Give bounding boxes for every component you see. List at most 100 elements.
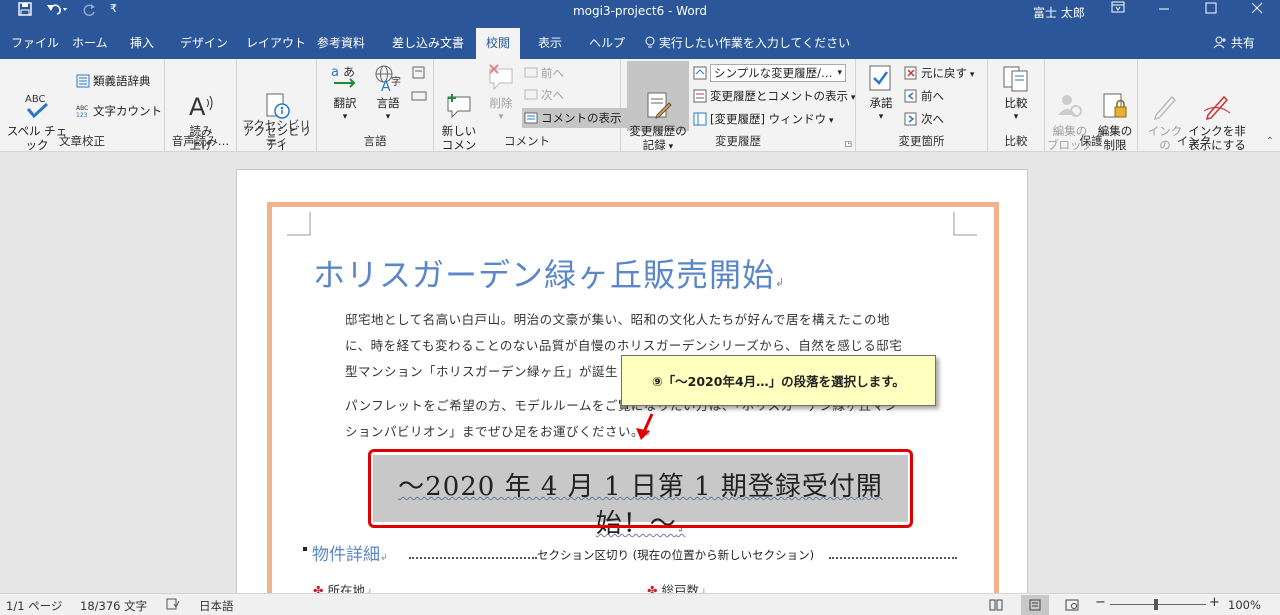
print-layout-icon[interactable] (1021, 595, 1049, 615)
status-bar: 1/1 ページ 18/376 文字 日本語 − + 100% (0, 593, 1280, 615)
reject-button[interactable]: 元に戻す ▾ (904, 63, 974, 83)
group-label-ink: インク (1176, 134, 1212, 148)
section-break-line-right (829, 557, 957, 559)
language-status[interactable]: 日本語 (199, 598, 234, 614)
tab-view[interactable]: 表示 (538, 34, 562, 51)
paragraph-mark: ↲ (775, 276, 786, 289)
compare-button[interactable]: 比較 ▾ (998, 63, 1034, 124)
block-authors-icon (1055, 77, 1085, 117)
accept-icon (866, 63, 896, 93)
word-count-button[interactable]: ABC 123 文字カウント (76, 101, 162, 121)
ribbon-display-options-icon[interactable] (1103, 1, 1133, 17)
bullet-icon: ✤ (647, 583, 658, 593)
group-label-comments: コメント (504, 134, 550, 148)
tab-references[interactable]: 参考資料 (317, 34, 365, 51)
tab-design[interactable]: デザイン (180, 34, 228, 51)
share-button[interactable]: 共有 (1213, 34, 1255, 51)
collapse-ribbon-icon[interactable]: ⌃ (1266, 136, 1274, 147)
language-icon: A字 (373, 63, 403, 95)
svg-text:字: 字 (391, 75, 401, 88)
prev-change-icon (904, 89, 918, 103)
maximize-icon[interactable] (1196, 1, 1226, 19)
tab-help[interactable]: ヘルプ (589, 34, 625, 51)
group-proofing: ABC スペル チェック と文章校正 類義語辞典 ABC123文字カウント 文章… (0, 59, 165, 166)
prev-comment-button[interactable]: 前へ (524, 63, 564, 83)
svg-text:A: A (189, 93, 206, 121)
accept-button[interactable]: 承諾 ▾ (864, 63, 898, 124)
proofing-status-icon[interactable] (166, 598, 180, 613)
section-heading[interactable]: 物件詳細↲ (312, 540, 388, 565)
selection-outline (368, 449, 913, 528)
title-bar: ₹ mogi3-project6 - Word 富士 太郎 (0, 0, 1280, 24)
list-item-location[interactable]: ✤ 所在地↲ (313, 580, 373, 593)
svg-text:ABC: ABC (76, 105, 88, 112)
read-aloud-icon: A (186, 77, 216, 121)
group-speech: A 読み 上げ 音声読み… (165, 59, 237, 152)
tab-review[interactable]: 校閲 (476, 28, 521, 59)
chevron-down-icon: ▾ (342, 112, 348, 122)
next-change-icon (904, 112, 918, 126)
show-comments-button[interactable]: コメントの表示 (522, 108, 628, 128)
accessibility-check-button[interactable]: アクセシビリティ チェック (241, 63, 313, 166)
user-name[interactable]: 富士 太郎 (1033, 4, 1085, 21)
group-label-protect: 保護 (1079, 134, 1103, 148)
pen-icon (1150, 77, 1180, 121)
markup-display-select[interactable]: シンプルな変更履歴/… ▾ (710, 64, 846, 82)
markup-display-icon (693, 66, 707, 80)
zoom-slider-thumb[interactable] (1154, 599, 1158, 610)
group-language: aあ 翻訳 ▾ A字 言語 ▾ 言語 (317, 59, 434, 152)
document-title[interactable]: ホリスガーデン緑ヶ丘販売開始↲ (313, 250, 785, 296)
paragraph-mark: ↲ (380, 553, 388, 563)
show-markup-button[interactable]: 変更履歴とコメントの表示 ▾ (693, 86, 855, 106)
word-count[interactable]: 18/376 文字 (80, 598, 147, 614)
group-label-language: 言語 (363, 134, 387, 148)
chevron-down-icon: ▾ (385, 112, 391, 122)
next-change-button[interactable]: 次へ (904, 109, 944, 129)
list-item-units[interactable]: ✤ 総戸数↲ (647, 580, 707, 593)
svg-text:ABC: ABC (25, 94, 46, 105)
reviewing-pane-button[interactable]: [変更履歴] ウィンドウ ▾ (693, 109, 834, 129)
tab-layout[interactable]: レイアウト (246, 34, 306, 51)
chevron-down-icon: ▾ (967, 70, 975, 80)
group-label-compare: 比較 (1004, 134, 1028, 148)
word-count-icon: ABC 123 (76, 104, 90, 119)
web-layout-icon[interactable] (1060, 595, 1084, 615)
svg-text:a: a (331, 65, 339, 80)
zoom-out-button[interactable]: − (1095, 595, 1106, 610)
language-small-icon[interactable] (411, 65, 427, 84)
zoom-level[interactable]: 100% (1228, 598, 1261, 612)
tab-insert[interactable]: 挿入 (130, 34, 154, 51)
track-changes-button[interactable]: 変更履歴の 記録 ▾ (627, 61, 689, 152)
prev-change-button[interactable]: 前へ (904, 86, 944, 106)
thesaurus-button[interactable]: 類義語辞典 (76, 71, 151, 91)
svg-text:あ: あ (343, 65, 355, 79)
tell-me-box[interactable]: 実行したい作業を入力してください (645, 34, 850, 51)
section-break-label: セクション区切り (現在の位置から新しいセクション) (537, 548, 815, 562)
close-icon[interactable] (1242, 1, 1272, 19)
dialog-launcher-icon[interactable]: ◳ (844, 139, 852, 148)
lock-document-icon (1100, 77, 1130, 118)
group-label-tracking: 変更履歴 (715, 134, 761, 148)
start-inking-button[interactable]: インクの 開始 (1144, 63, 1186, 166)
new-comment-button[interactable]: 新しい コメント (438, 63, 480, 166)
show-markup-icon (693, 89, 707, 103)
window-title: mogi3-project6 - Word (572, 4, 708, 18)
spell-check-button[interactable]: ABC スペル チェック と文章校正 (4, 63, 70, 166)
group-label-changes: 変更箇所 (898, 134, 945, 148)
language-button[interactable]: A字 言語 ▾ (367, 63, 409, 124)
page-count[interactable]: 1/1 ページ (6, 598, 62, 614)
minimize-icon[interactable] (1149, 1, 1179, 19)
next-comment-button[interactable]: 次へ (524, 85, 564, 105)
tab-mailings[interactable]: 差し込み文書 (392, 34, 464, 51)
tab-home[interactable]: ホーム (72, 34, 108, 51)
read-mode-icon[interactable] (984, 595, 1008, 615)
delete-comment-button[interactable]: 削除 ▾ (482, 63, 520, 124)
person-icon (1213, 36, 1231, 50)
zoom-slider[interactable] (1110, 604, 1206, 605)
zoom-in-button[interactable]: + (1209, 595, 1220, 610)
group-compare: 比較 ▾ 比較 (988, 59, 1045, 152)
markup-display-dropdown[interactable]: シンプルな変更履歴/… ▾ (693, 63, 846, 83)
translate-button[interactable]: aあ 翻訳 ▾ (325, 63, 365, 124)
keyboard-small-icon[interactable] (411, 87, 427, 106)
tab-file[interactable]: ファイル (11, 34, 59, 51)
